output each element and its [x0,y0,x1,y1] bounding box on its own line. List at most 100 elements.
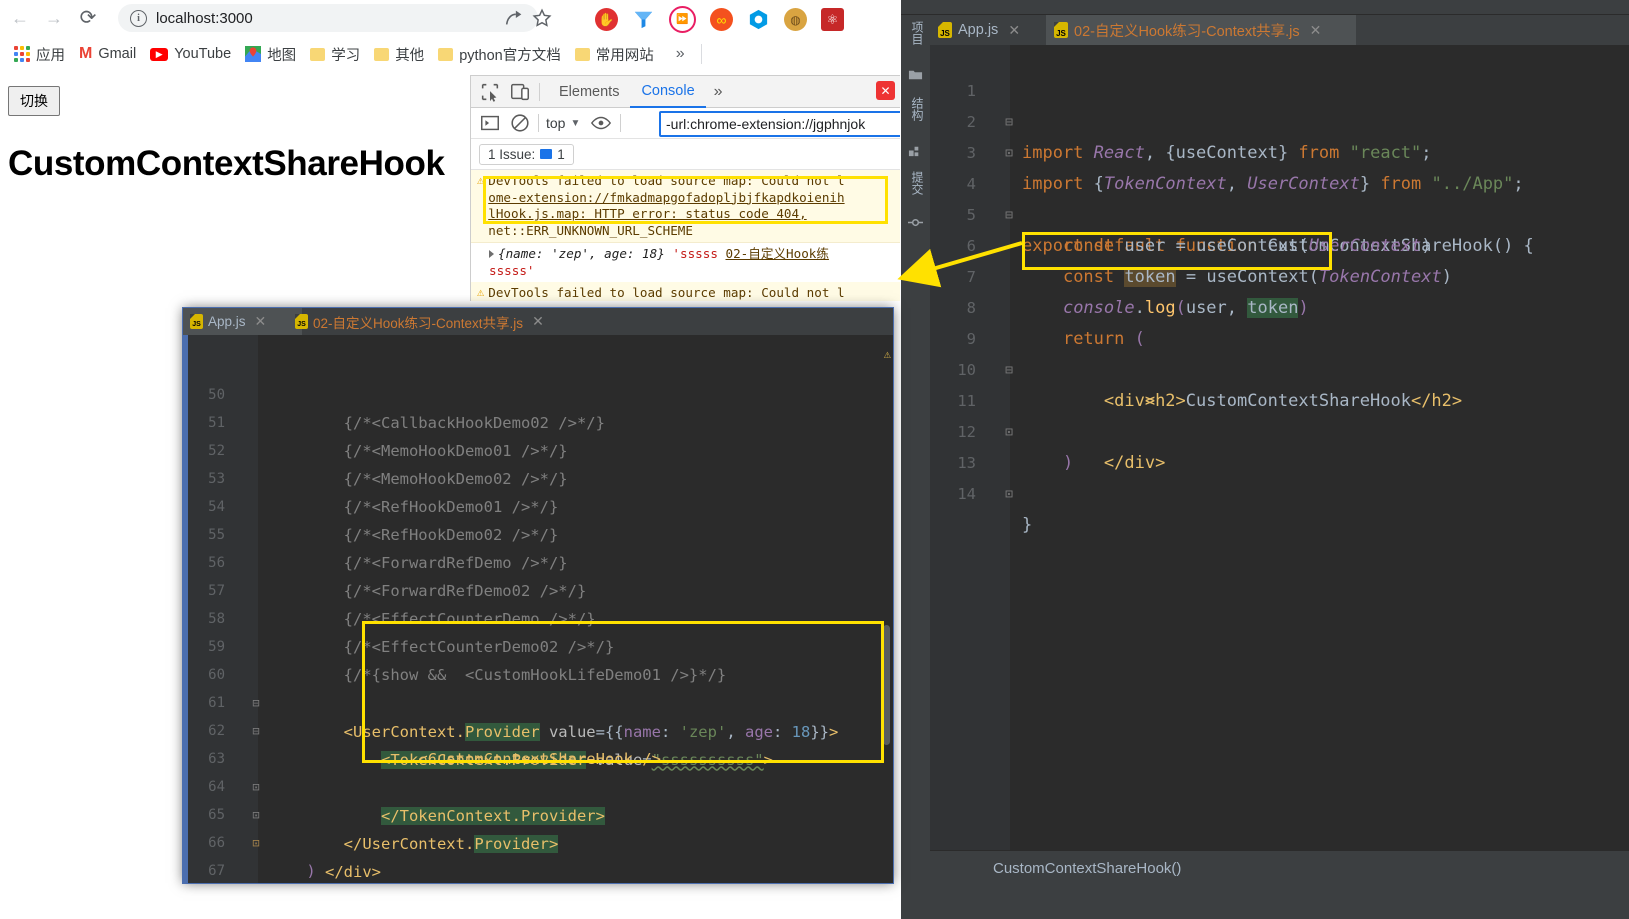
code-line[interactable]: 65 ⊡ </div> [183,773,893,880]
console-log-row[interactable]: {name: 'zep', age: 18} 'sssss 02-自定义Hook… [471,243,900,282]
folder-icon[interactable] [716,47,733,62]
code-line[interactable]: 53 {/*<RefHookDemo01 />*/} [183,437,893,516]
bookmark-folder-python-docs[interactable]: python官方文档 [438,44,561,65]
code-line[interactable]: 58 {/*<EffectCounterDemo02 />*/} [183,577,893,656]
bookmark-youtube[interactable]: ▶ YouTube [150,46,231,62]
log-source-link[interactable]: 02-自定义Hook练 [726,246,829,261]
code-line[interactable]: 54 {/*<RefHookDemo02 />*/} [183,465,893,544]
console-warning-row[interactable]: ⚠ DevTools failed to load source map: Co… [471,282,900,301]
code-line[interactable]: 51 {/*<MemoHookDemo01 />*/} [183,381,893,460]
toggle-button[interactable]: 切换 [8,86,60,116]
devtools-tabs-overflow-button[interactable]: » [706,77,731,107]
close-icon[interactable]: ✕ [1310,22,1322,39]
close-icon[interactable]: ✕ [255,313,267,330]
bookmark-gmail[interactable]: M Gmail [79,45,136,63]
ide-code-editor-app-js[interactable]: 50 {/*<CallbackHookDemo02 />*/} 51 {/*<M… [183,335,893,883]
chevron-down-icon[interactable]: ▼ [570,118,580,129]
code-line[interactable]: 63 ⊡ </TokenContext.Provider> [183,717,893,825]
structure-icon[interactable] [908,143,923,158]
code-line[interactable]: 52 {/*<MemoHookDemo02 />*/} [183,409,893,488]
folder-icon [310,47,326,61]
code-line[interactable]: 57 {/*<EffectCounterDemo />*/} [183,549,893,628]
toggle-device-toolbar-icon[interactable] [509,81,531,103]
code-line[interactable]: 68 export default App [183,857,893,883]
back-button[interactable]: ← [6,4,34,32]
code-line[interactable]: 66 ) [183,801,893,880]
fold-marker[interactable]: ⊡ [1002,479,1016,510]
vertical-scrollbar[interactable] [883,625,890,745]
hexagon-icon[interactable] [747,8,770,31]
code-line[interactable]: 59 {/*{show && <CustomHookLifeDemo01 />}… [183,605,893,684]
bookmark-maps[interactable]: 地图 [245,44,296,65]
code-line[interactable]: 64 ⊡ </UserContext.Provider> [183,745,893,853]
tab-custom-hook-context-js[interactable]: JS 02-自定义Hook练习-Context共享.js ✕ [288,308,568,335]
rail-item-commit[interactable]: 提交 [904,171,926,195]
code-line[interactable]: 3 [930,107,1629,162]
code-line[interactable]: 50 {/*<CallbackHookDemo02 />*/} [183,353,893,432]
console-filter-input[interactable]: -url:chrome-extension://jgphnjok [659,111,900,137]
inspect-element-icon[interactable] [479,81,501,103]
code-line[interactable]: 62 <CustomContextShareHook /> [183,689,893,768]
code-line[interactable]: 9 ⊟ <div> [930,293,1629,411]
cookie-icon[interactable]: ◍ [784,8,807,31]
code-line[interactable]: 12 ) [930,386,1629,473]
rail-item-structure[interactable]: 结构 [904,97,926,121]
bookmarks-overflow-button[interactable]: » [676,45,685,63]
rail-item-project[interactable]: 项目 [904,21,926,45]
code-line[interactable]: 7 console.log(user, token) [930,231,1629,318]
issues-chip[interactable]: 1 Issue: 1 [479,143,574,165]
code-line[interactable]: 1 ⊟ import React, {useContext} from "rea… [930,45,1629,163]
share-icon[interactable] [503,7,525,29]
bookmark-folder-common-sites[interactable]: 常用网站 [574,44,654,65]
tab-custom-hook-context-js[interactable]: JS 02-自定义Hook练习-Context共享.js ✕ [1046,15,1356,47]
project-icon[interactable] [908,67,923,82]
tab-elements[interactable]: Elements [548,77,630,107]
code-line[interactable]: 4 ⊟ export default function CustomContex… [930,138,1629,256]
star-icon[interactable] [531,7,553,29]
devtools-close-button[interactable]: ✕ [876,81,895,100]
reload-button[interactable]: ⟳ [74,4,102,32]
ide-scroll-stripe[interactable]: ⚠ [879,335,893,883]
code-line[interactable]: 55 {/*<ForwardRefDemo />*/} [183,493,893,572]
bookmark-apps[interactable]: 应用 [14,44,65,65]
log-object[interactable]: {name: 'zep', age: 18} [498,246,665,261]
bookmark-folder-other[interactable]: 其他 [374,44,424,65]
close-icon[interactable]: ✕ [1008,22,1020,39]
address-bar[interactable]: i localhost:3000 [118,4,538,32]
commit-icon[interactable] [908,215,923,230]
tab-app-js[interactable]: JS App.js ✕ [930,15,1062,45]
console-log-highlight-box [483,176,888,224]
expand-arrow-icon[interactable] [489,250,494,258]
code-line[interactable]: 56 {/*<ForwardRefDemo02 />*/} [183,521,893,600]
code-line[interactable]: 10 <h2>CustomContextShareHook</h2> [930,324,1629,411]
tab-console[interactable]: Console [630,76,706,108]
bookmark-folder-study[interactable]: 学习 [310,44,360,65]
adblock-icon[interactable]: ✋ [595,8,618,31]
code-line[interactable]: 60 ⊟ <UserContext.Provider value={{name:… [183,633,893,741]
infinity-icon[interactable]: ∞ [710,8,733,31]
tab-app-js[interactable]: JS App.js ✕ [183,308,302,337]
clear-console-icon[interactable] [509,112,531,134]
extension-icons: ✋ ⏩ ∞ ◍ ⚛ [595,6,844,33]
forward-button[interactable]: → [40,4,68,32]
code-line[interactable]: 6 const token = useContext(TokenContext) [930,200,1629,287]
breadcrumb[interactable]: CustomContextShareHook() [993,860,1181,877]
ide-code-editor-right[interactable]: 1 ⊟ import React, {useContext} from "rea… [930,45,1629,850]
execute-icon[interactable] [479,112,501,134]
console-context-selector[interactable]: top [546,115,565,131]
code-line[interactable]: 14 [930,448,1629,503]
code-line[interactable]: 13 ⊡ } [930,417,1629,535]
code-line[interactable]: 11 ⊡ </div> [930,355,1629,473]
close-icon[interactable]: ✕ [532,313,544,330]
code-line[interactable]: 61 ⊟ <TokenContext.Provider value="sssss… [183,661,893,769]
code-line[interactable]: 8 return ( [930,262,1629,349]
site-info-icon[interactable]: i [130,9,147,27]
warning-marker-icon[interactable]: ⚠ [884,347,891,361]
code-line[interactable]: 2 ⊡ import {TokenContext, UserContext} f… [930,76,1629,194]
code-line[interactable]: 67 ⊡ } [183,829,893,879]
live-expression-icon[interactable] [590,112,612,134]
fast-forward-icon[interactable]: ⏩ [669,6,696,33]
code-line[interactable]: 5 const user = useContext(UserContext) [930,169,1629,256]
funnel-icon[interactable] [632,8,655,31]
react-devtools-icon[interactable]: ⚛ [821,8,844,31]
